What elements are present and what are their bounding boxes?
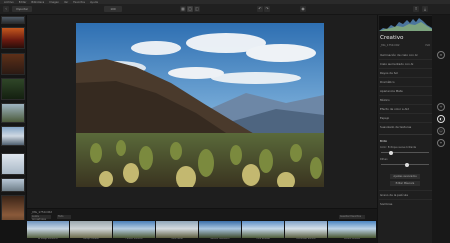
panel-title: Creativo: [380, 35, 404, 41]
divider: [379, 59, 432, 60]
tool-item[interactable]: Efecto de color a AI2: [380, 107, 409, 111]
filmstrip-header: _MG_1750.CR2 Looks Ancestrales Todo Guar…: [27, 208, 377, 221]
zoom-select[interactable]: 100: [104, 6, 122, 12]
library-thumbnail[interactable]: [1, 16, 25, 24]
tool-item[interactable]: Espejo: [380, 116, 389, 120]
look-caption: Natural Dramático: [210, 238, 230, 240]
divider: [379, 122, 432, 123]
button-label: Editar Máscara: [395, 182, 415, 185]
library-thumbnail[interactable]: [1, 78, 25, 100]
share-icon[interactable]: ⇪: [413, 6, 419, 12]
tool-item[interactable]: Dramático: [380, 80, 395, 84]
tool-item[interactable]: Iluminación de cielo con AI: [380, 53, 418, 57]
slider-label: Color: Enfoque suave brillante: [380, 146, 417, 149]
grid-icon[interactable]: ▦: [180, 6, 186, 12]
creative-icon[interactable]: ◐: [437, 115, 445, 123]
tools-sidebar: ≡ ☀ ◐ ☺ ✦: [432, 15, 450, 243]
slider-label: Difuso: [380, 158, 388, 161]
pro-icon[interactable]: ✦: [437, 139, 445, 147]
save-favorites-dropdown[interactable]: Guardar favoritos: [339, 215, 365, 219]
look-thumbnail[interactable]: [27, 221, 69, 238]
library-rail: [0, 15, 27, 243]
file-name: _MG_1750.CR2: [380, 44, 400, 47]
button-label: Ajustes avanzados: [393, 175, 417, 178]
slider-knob[interactable]: [405, 162, 410, 167]
glow-amount-slider[interactable]: [381, 150, 429, 155]
zoom-value: 100: [110, 7, 116, 11]
library-thumbnail[interactable]: [1, 53, 25, 75]
redo-icon[interactable]: ↷: [264, 6, 270, 12]
divider: [379, 113, 432, 114]
advanced-settings-button[interactable]: Ajustes avanzados: [390, 174, 420, 179]
tool-item[interactable]: Rayos de Sol: [380, 71, 398, 75]
tool-item[interactable]: Sombras: [380, 202, 392, 206]
export-icon[interactable]: ⤓: [422, 6, 428, 12]
divider: [379, 190, 432, 191]
tool-item[interactable]: Suavizado de texturas: [380, 125, 411, 129]
look-caption: AI Image Enhancer: [38, 238, 58, 240]
look-caption: Cielo azulado: [256, 238, 270, 240]
look-thumbnail[interactable]: [70, 221, 112, 238]
tool-item[interactable]: Grano de la película: [380, 193, 408, 197]
eye-icon[interactable]: ◉: [300, 6, 306, 12]
divider: [379, 68, 432, 69]
image-canvas[interactable]: [27, 15, 377, 219]
edit-panel: Creativo _MG_1750.CR2 ISO Iluminación de…: [377, 15, 432, 243]
filmstrip: AI Image Enhancer Paisaje Dorado Colores…: [0, 220, 377, 243]
library-thumbnail[interactable]: [1, 103, 25, 123]
tool-item[interactable]: Apariencia Mate: [380, 89, 403, 93]
look-caption: Paisaje Dorado: [83, 238, 99, 240]
look-caption: Tono cálido: [171, 238, 183, 240]
library-thumbnail[interactable]: [1, 178, 25, 192]
edit-mask-button[interactable]: Editar Máscara: [390, 181, 420, 186]
tool-item[interactable]: Místico: [380, 98, 390, 102]
divider: [379, 134, 432, 135]
compare-icon[interactable]: ◫: [194, 6, 200, 12]
essential-icon[interactable]: ☀: [437, 103, 445, 111]
divider: [379, 86, 432, 87]
section-title: Brillo: [380, 139, 388, 143]
import-label: Importar: [15, 7, 29, 11]
looks-dropdown[interactable]: Looks Ancestrales: [31, 215, 51, 221]
look-thumbnail[interactable]: [199, 221, 241, 238]
import-button[interactable]: Importar: [12, 6, 32, 12]
histogram: [379, 16, 432, 31]
filmstrip-folder: _MG_1750.CR2: [31, 210, 53, 214]
iso-label: ISO: [425, 44, 430, 47]
tool-item[interactable]: Cielo aumentado con AI: [380, 62, 413, 66]
look-thumbnail[interactable]: [113, 221, 155, 238]
layers-icon[interactable]: ≡: [437, 51, 445, 59]
look-thumbnail[interactable]: [242, 221, 284, 238]
library-thumbnail[interactable]: [1, 153, 25, 175]
filter-dropdown[interactable]: Todo: [57, 215, 71, 219]
main-photo[interactable]: [76, 23, 324, 187]
diffuse-slider[interactable]: [381, 162, 429, 167]
library-thumbnail[interactable]: [1, 27, 25, 49]
look-thumbnail[interactable]: [328, 221, 376, 238]
look-caption: Verano soleado: [344, 238, 360, 240]
divider: [379, 199, 432, 200]
single-view-icon[interactable]: ▢: [187, 6, 193, 12]
portrait-icon[interactable]: ☺: [437, 127, 445, 135]
divider: [379, 95, 432, 96]
look-caption: Colores intensos: [125, 238, 143, 240]
back-icon[interactable]: ‹: [3, 6, 9, 12]
look-thumbnail[interactable]: [156, 221, 198, 238]
slider-knob[interactable]: [388, 150, 393, 155]
divider: [379, 104, 432, 105]
look-caption: Recuerdos bonitos: [296, 238, 316, 240]
divider: [379, 77, 432, 78]
library-thumbnail[interactable]: [1, 126, 25, 146]
undo-icon[interactable]: ↶: [257, 6, 263, 12]
toolbar: ‹ Importar 100 ▦ ▢ ◫ ↶ ↷ ◉ ⇪ ⤓: [0, 4, 450, 15]
look-thumbnail[interactable]: [285, 221, 327, 238]
